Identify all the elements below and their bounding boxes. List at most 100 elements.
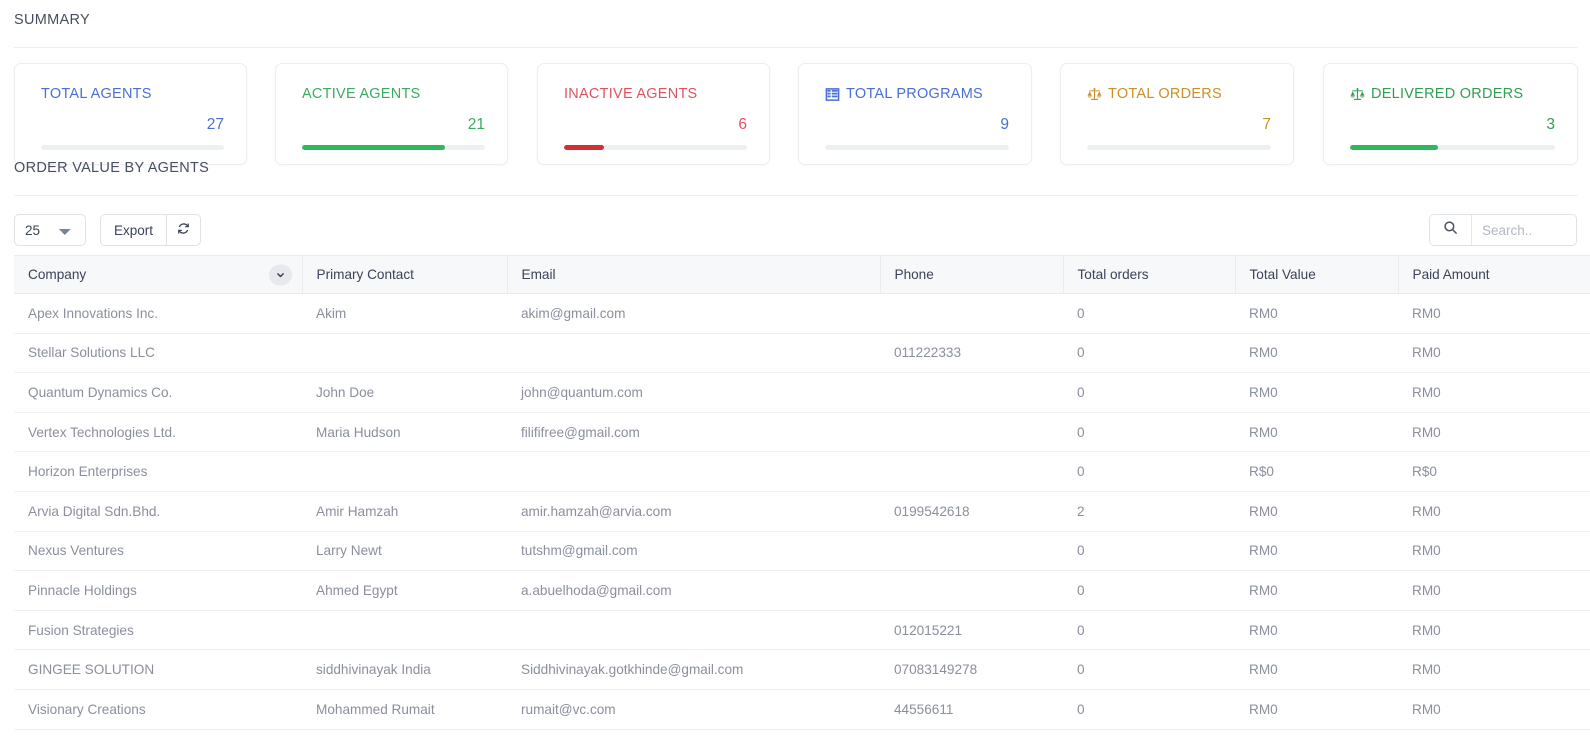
cell-company[interactable]: Visionary Creations	[14, 689, 302, 730]
table-row[interactable]: Visionary Creations Mohammed Rumait rumait…	[14, 689, 1590, 730]
summary-card-progress	[1350, 145, 1555, 150]
column-header-total-value[interactable]: Total Value	[1235, 255, 1399, 294]
summary-card-inactive-agents[interactable]: INACTIVE AGENTS 6	[537, 63, 770, 165]
summary-card-label: TOTAL AGENTS	[41, 86, 152, 102]
column-header-label: Phone	[894, 267, 934, 282]
cell-phone[interactable]: 011222333	[880, 333, 1063, 374]
cell-phone[interactable]: 012015221	[880, 610, 1063, 651]
summary-card-label: DELIVERED ORDERS	[1371, 86, 1524, 102]
cell-company[interactable]: Nexus Ventures	[14, 531, 302, 572]
table-header-row: Company Primary Contact Email Phone Total or…	[14, 255, 1590, 294]
table-row[interactable]: Arvia Digital Sdn.Bhd. Amir Hamzah amir.ha…	[14, 491, 1590, 532]
summary-card-label: INACTIVE AGENTS	[564, 86, 698, 102]
cell-email[interactable]: rumait@vc.com	[507, 689, 880, 730]
cell-phone	[880, 293, 1063, 334]
export-button[interactable]: Export	[100, 214, 168, 246]
search-button[interactable]	[1430, 215, 1472, 245]
cell-contact[interactable]: Larry Newt	[302, 531, 507, 572]
cell-phone[interactable]: 44556611	[880, 689, 1063, 730]
column-header-company[interactable]: Company	[14, 255, 303, 294]
cell-company[interactable]: Fusion Strategies	[14, 610, 302, 651]
cell-email[interactable]: a.abuelhoda@gmail.com	[507, 570, 880, 611]
cell-total-value: RM0	[1235, 689, 1398, 730]
cell-email[interactable]: Siddhivinayak.gotkhinde@gmail.com	[507, 649, 880, 690]
cell-total-value: RM0	[1235, 293, 1398, 334]
column-header-paid-amount[interactable]: Paid Amount	[1398, 255, 1590, 294]
cell-email	[507, 451, 880, 492]
column-header-total-orders[interactable]: Total orders	[1063, 255, 1236, 294]
summary-card-value: 6	[738, 116, 747, 133]
cell-total-value: RM0	[1235, 570, 1398, 611]
column-header-label: Email	[521, 267, 556, 282]
cell-paid-amount: RM0	[1398, 412, 1590, 453]
cell-phone	[880, 412, 1063, 453]
cell-phone[interactable]: 0199542618	[880, 491, 1063, 532]
cell-total-value: RM0	[1235, 372, 1398, 413]
summary-card-total-agents[interactable]: TOTAL AGENTS 27	[14, 63, 247, 165]
cell-company[interactable]: Vertex Technologies Ltd.	[14, 412, 302, 453]
cell-phone	[880, 570, 1063, 611]
cell-company[interactable]: GINGEE SOLUTION	[14, 649, 302, 690]
cell-contact[interactable]: siddhivinayak India	[302, 649, 507, 690]
page-length-select[interactable]: 2550100	[14, 214, 86, 246]
cell-email[interactable]: amir.hamzah@arvia.com	[507, 491, 880, 532]
cell-company[interactable]: Stellar Solutions LLC	[14, 333, 302, 374]
cell-email[interactable]: filififree@gmail.com	[507, 412, 880, 453]
cell-email[interactable]: john@quantum.com	[507, 372, 880, 413]
table-row[interactable]: Stellar Solutions LLC 011222333 0 RM0 RM0	[14, 333, 1590, 374]
cell-contact[interactable]: Mohammed Rumait	[302, 689, 507, 730]
table-row[interactable]: Horizon Enterprises 0 R$0 R$0	[14, 451, 1590, 492]
cell-total-value: RM0	[1235, 531, 1398, 572]
cell-total-value: RM0	[1235, 491, 1398, 532]
cell-company[interactable]: Arvia Digital Sdn.Bhd.	[14, 491, 302, 532]
cell-paid-amount: RM0	[1398, 531, 1590, 572]
cell-contact[interactable]: Amir Hamzah	[302, 491, 507, 532]
summary-card-title: INACTIVE AGENTS	[564, 86, 697, 102]
table-row[interactable]: Quantum Dynamics Co. John Doe john@quantum…	[14, 372, 1590, 413]
sort-toggle-button[interactable]	[268, 264, 292, 285]
summary-card-title: TOTAL ORDERS	[1087, 86, 1222, 102]
summary-card-progress	[1087, 145, 1271, 150]
column-header-primary-contact[interactable]: Primary Contact	[302, 255, 508, 294]
table-icon	[825, 87, 840, 102]
cell-company[interactable]: Quantum Dynamics Co.	[14, 372, 302, 413]
column-header-label: Primary Contact	[316, 267, 414, 282]
table-row[interactable]: Nexus Ventures Larry Newt tutshm@gmail.com…	[14, 531, 1590, 572]
column-header-email[interactable]: Email	[507, 255, 881, 294]
column-header-phone[interactable]: Phone	[880, 255, 1064, 294]
cell-contact	[302, 610, 507, 651]
summary-card-title: TOTAL AGENTS	[41, 86, 152, 102]
summary-card-label: TOTAL ORDERS	[1108, 86, 1222, 102]
summary-card-total-programs[interactable]: TOTAL PROGRAMS 9	[798, 63, 1032, 165]
table-row[interactable]: GINGEE SOLUTION siddhivinayak India Siddhi…	[14, 649, 1590, 690]
cell-paid-amount: RM0	[1398, 689, 1590, 730]
summary-card-progress	[302, 145, 485, 150]
cell-company[interactable]: Pinnacle Holdings	[14, 570, 302, 611]
cell-email[interactable]: akim@gmail.com	[507, 293, 880, 334]
cell-contact[interactable]: Maria Hudson	[302, 412, 507, 453]
table-row[interactable]: Pinnacle Holdings Ahmed Egypt a.abuelhoda@…	[14, 570, 1590, 611]
table-row[interactable]: Fusion Strategies 012015221 0 RM0 RM0	[14, 610, 1590, 651]
summary-card-active-agents[interactable]: ACTIVE AGENTS 21	[275, 63, 508, 165]
cell-orders: 2	[1063, 491, 1235, 532]
cell-paid-amount: RM0	[1398, 333, 1590, 374]
table-scroll-container[interactable]: Company Primary Contact Email Phone Total or…	[14, 255, 1590, 738]
summary-card-delivered-orders[interactable]: DELIVERED ORDERS 3	[1323, 63, 1578, 165]
cell-orders: 0	[1063, 649, 1235, 690]
column-header-label: Total orders	[1077, 267, 1149, 282]
table-row[interactable]: Vertex Technologies Ltd. Maria Hudson fili…	[14, 412, 1590, 453]
search-input[interactable]	[1472, 215, 1576, 245]
cell-contact[interactable]: Ahmed Egypt	[302, 570, 507, 611]
cell-contact[interactable]: John Doe	[302, 372, 507, 413]
cell-email[interactable]: tutshm@gmail.com	[507, 531, 880, 572]
cell-company[interactable]: Horizon Enterprises	[14, 451, 302, 492]
cell-contact[interactable]: Akim	[302, 293, 507, 334]
cell-orders: 0	[1063, 412, 1235, 453]
refresh-button[interactable]	[167, 214, 202, 246]
cell-phone[interactable]: 07083149278	[880, 649, 1063, 690]
table-row[interactable]: Apex Innovations Inc. Akim akim@gmail.com 0…	[14, 293, 1590, 334]
search-box	[1429, 214, 1577, 246]
summary-card-total-orders[interactable]: TOTAL ORDERS 7	[1060, 63, 1294, 165]
cell-company[interactable]: Apex Innovations Inc.	[14, 293, 302, 334]
summary-cards: TOTAL AGENTS 27 ACTIVE AGENTS 21 INACTIVE AG…	[0, 63, 1590, 165]
